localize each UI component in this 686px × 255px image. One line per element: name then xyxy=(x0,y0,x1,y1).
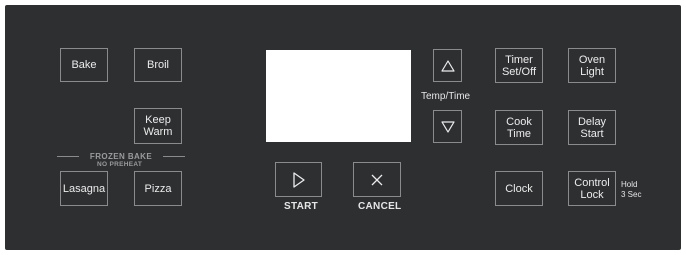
broil-button[interactable]: Broil xyxy=(134,48,182,82)
lasagna-button-label: Lasagna xyxy=(62,182,106,195)
timer-button-label: Timer Set/Off xyxy=(501,53,537,78)
oven-light-button[interactable]: Oven Light xyxy=(568,48,616,83)
cancel-label: CANCEL xyxy=(358,201,402,212)
control-lock-button[interactable]: Control Lock xyxy=(568,171,616,206)
hold-3-sec-label: Hold 3 Sec xyxy=(621,180,642,199)
frozen-bake-label: FROZEN BAKE xyxy=(89,152,153,161)
frozen-bake-heading: FROZEN BAKE xyxy=(57,152,185,161)
control-lock-button-label: Control Lock xyxy=(574,176,610,201)
cancel-button[interactable] xyxy=(353,162,401,197)
start-label: START xyxy=(284,201,319,212)
display-screen xyxy=(266,50,411,142)
divider xyxy=(163,156,185,157)
lasagna-button[interactable]: Lasagna xyxy=(60,171,108,206)
divider xyxy=(57,156,79,157)
bake-button[interactable]: Bake xyxy=(60,48,108,82)
triangle-down-icon xyxy=(440,109,455,145)
clock-button[interactable]: Clock xyxy=(495,171,543,206)
temp-time-up-button[interactable] xyxy=(433,49,462,82)
temp-time-down-button[interactable] xyxy=(433,110,462,143)
delay-start-button-label: Delay Start xyxy=(577,115,607,140)
close-icon xyxy=(370,161,384,199)
cook-time-button[interactable]: Cook Time xyxy=(495,110,543,145)
pizza-button[interactable]: Pizza xyxy=(134,171,182,206)
triangle-up-icon xyxy=(440,48,455,84)
pizza-button-label: Pizza xyxy=(144,182,172,195)
start-button[interactable] xyxy=(275,162,322,197)
keep-warm-button[interactable]: Keep Warm xyxy=(134,108,182,144)
delay-start-button[interactable]: Delay Start xyxy=(568,110,616,145)
keep-warm-button-label: Keep Warm xyxy=(143,114,173,138)
temp-time-label: Temp/Time xyxy=(421,91,471,102)
oven-light-button-label: Oven Light xyxy=(578,53,606,78)
cook-time-button-label: Cook Time xyxy=(506,115,532,140)
play-icon xyxy=(292,160,306,200)
clock-button-label: Clock xyxy=(505,182,533,195)
broil-button-label: Broil xyxy=(146,59,169,71)
oven-control-panel: Bake Broil Keep Warm FROZEN BAKE NO PREH… xyxy=(5,5,681,250)
no-preheat-label: NO PREHEAT xyxy=(97,161,143,168)
timer-set-off-button[interactable]: Timer Set/Off xyxy=(495,48,543,83)
bake-button-label: Bake xyxy=(71,59,97,71)
